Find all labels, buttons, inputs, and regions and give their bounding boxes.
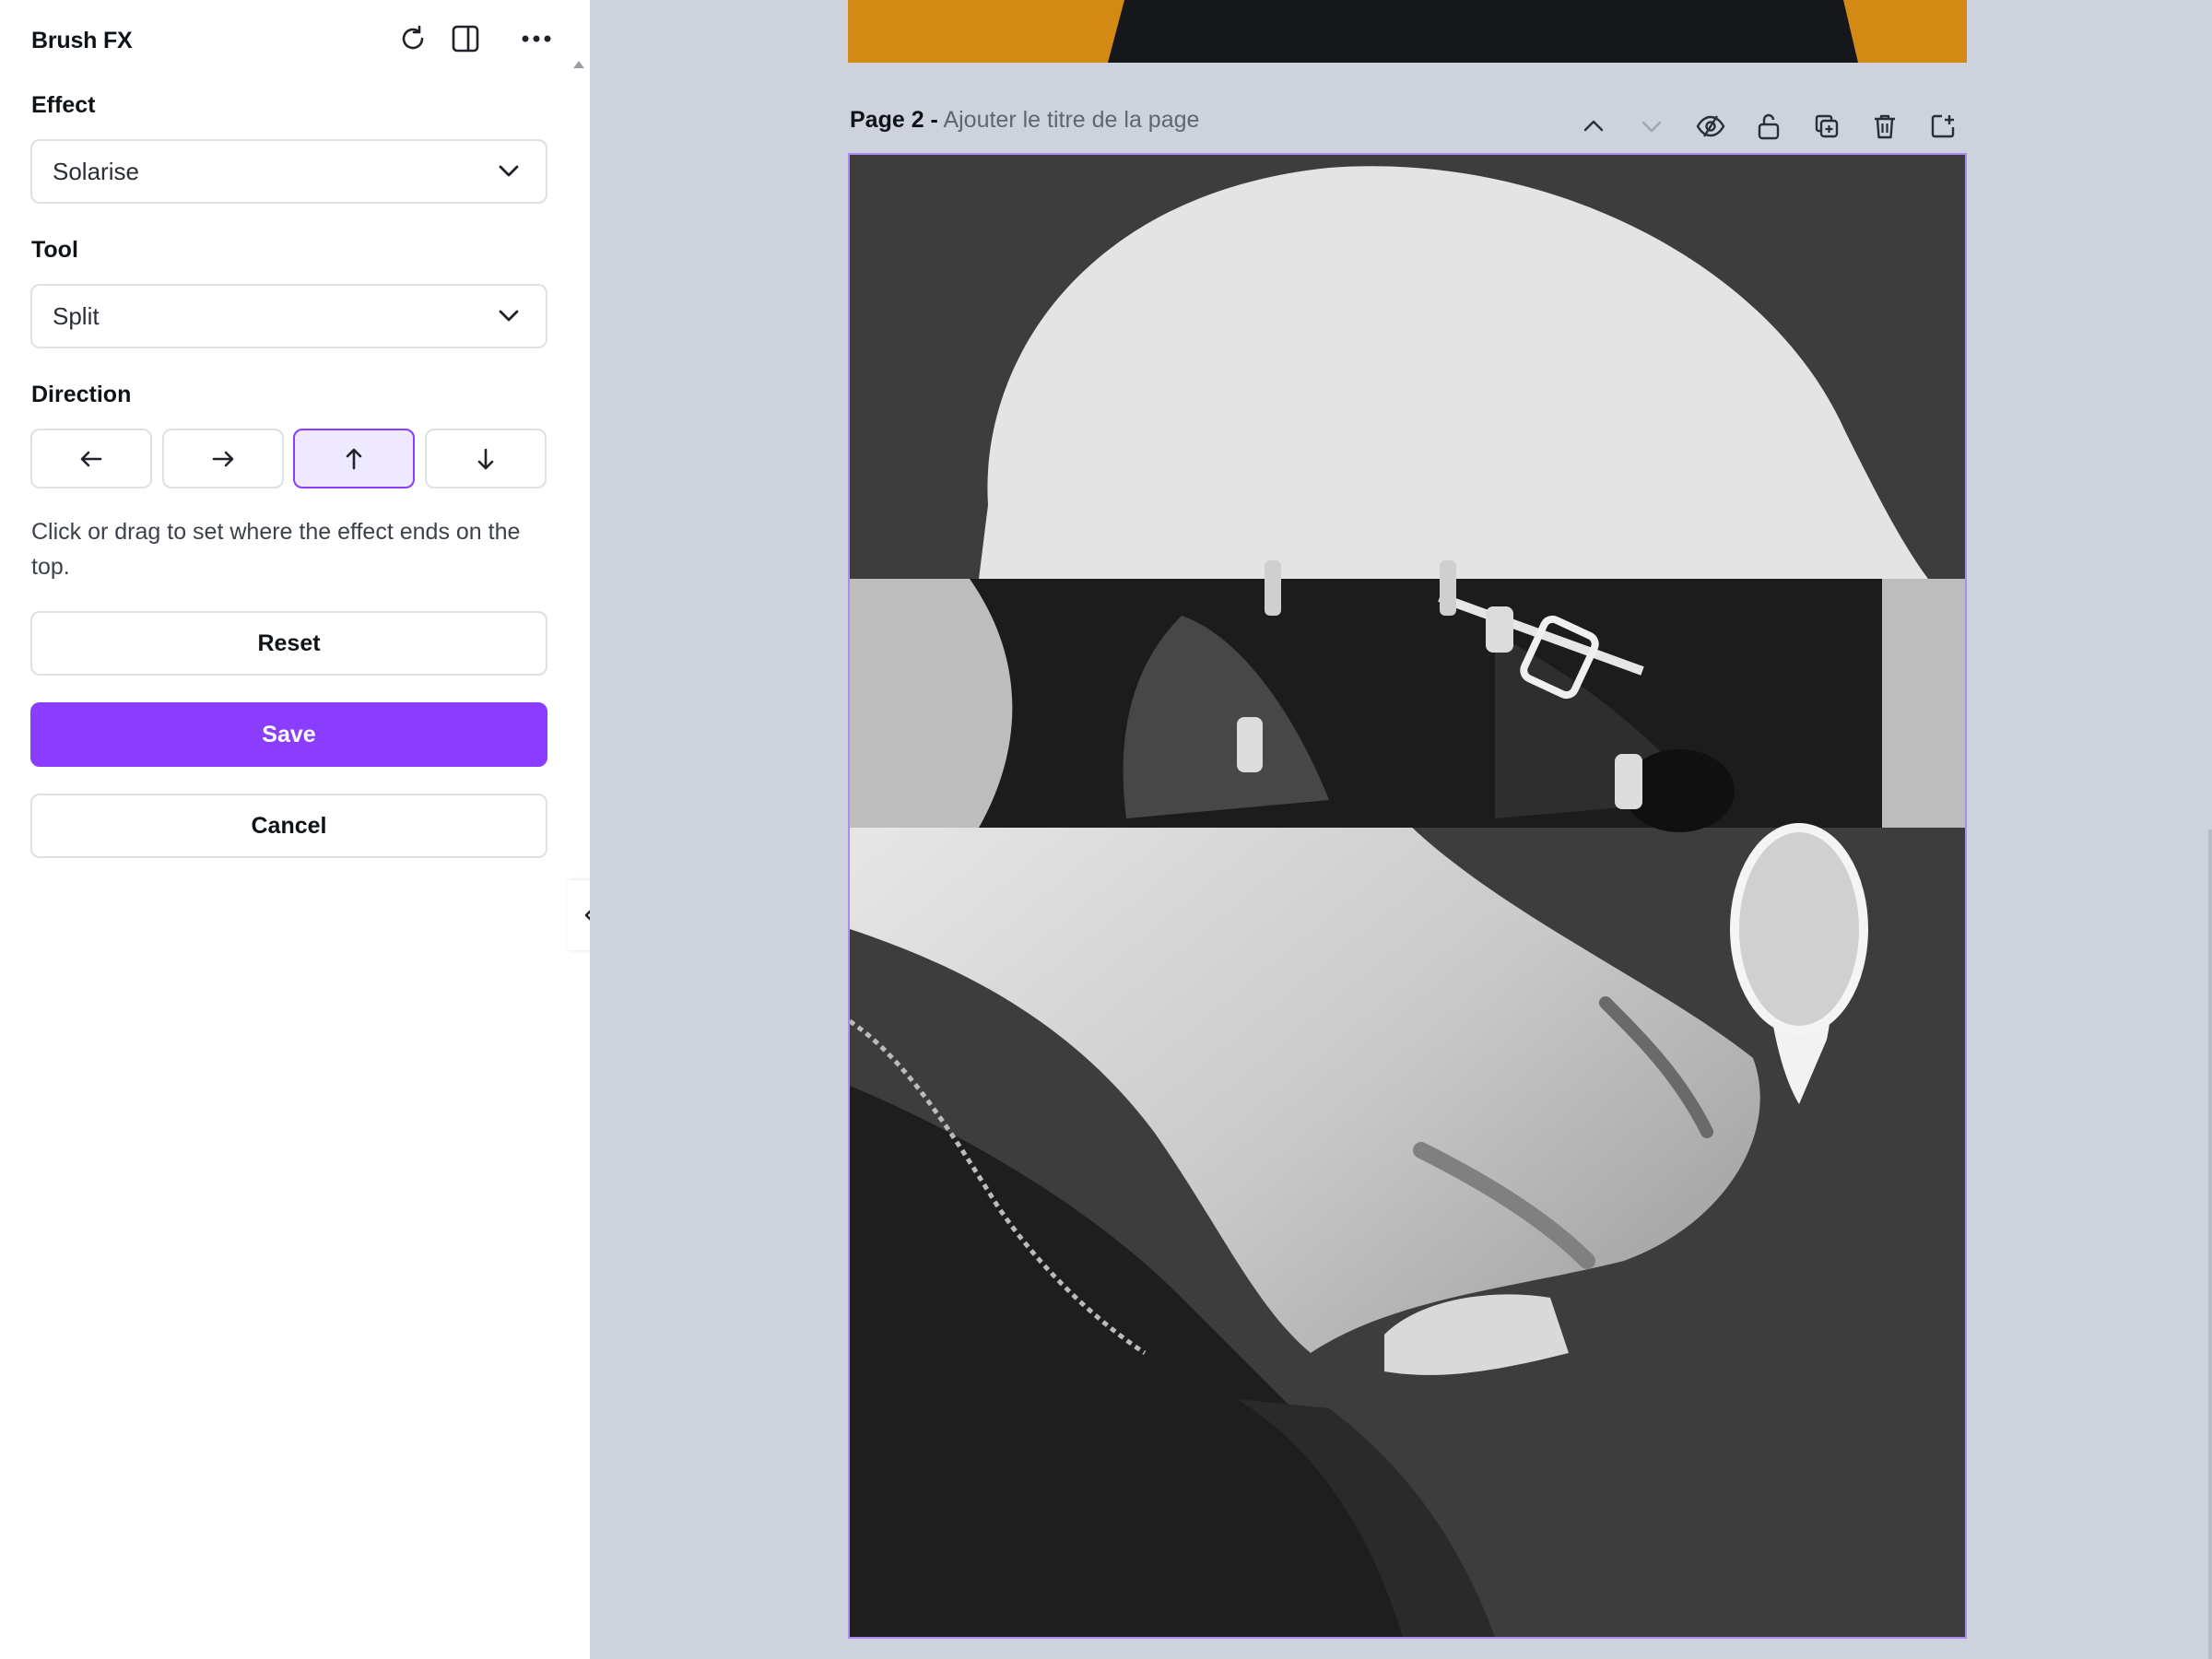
- rotate-icon[interactable]: [394, 20, 431, 57]
- right-arrow-icon: [212, 451, 234, 466]
- tool-label: Tool: [31, 237, 78, 263]
- page-1-preview[interactable]: [848, 0, 1967, 63]
- direction-right-button[interactable]: [162, 429, 284, 488]
- down-arrow-icon: [477, 448, 494, 469]
- page-title-input[interactable]: Ajouter le titre de la page: [943, 107, 1199, 133]
- effect-select-value: Solarise: [53, 157, 139, 185]
- chevron-down-icon: [499, 310, 519, 322]
- page-2-canvas[interactable]: [848, 153, 1967, 1639]
- canvas-scrollbar[interactable]: [2208, 830, 2212, 1659]
- effect-select[interactable]: Solarise: [30, 139, 547, 204]
- direction-label: Direction: [31, 382, 132, 407]
- hide-icon[interactable]: [1692, 109, 1729, 144]
- more-icon[interactable]: [518, 20, 555, 57]
- chevron-down-icon: [499, 165, 519, 177]
- chevron-down-icon[interactable]: [1633, 109, 1670, 144]
- brush-fx-panel: Brush FX Effect Solarise Tool Split Dire…: [0, 0, 610, 1659]
- split-view-icon[interactable]: [447, 20, 484, 57]
- delete-icon[interactable]: [1866, 109, 1903, 144]
- direction-down-button[interactable]: [425, 429, 547, 488]
- tool-select[interactable]: Split: [30, 284, 547, 348]
- cancel-button[interactable]: Cancel: [30, 794, 547, 858]
- effect-label: Effect: [31, 92, 96, 118]
- duplicate-icon[interactable]: [1808, 109, 1845, 144]
- direction-hint: Click or drag to set where the effect en…: [31, 519, 521, 580]
- chevron-up-icon[interactable]: [1575, 109, 1612, 144]
- panel-title: Brush FX: [31, 28, 133, 53]
- add-page-icon[interactable]: [1924, 109, 1961, 144]
- up-arrow-icon: [346, 448, 362, 469]
- scroll-up-caret[interactable]: [573, 61, 584, 68]
- tool-select-value: Split: [53, 301, 100, 330]
- reset-button[interactable]: Reset: [30, 611, 547, 676]
- page-1-artwork: [1108, 0, 1858, 63]
- lock-icon[interactable]: [1750, 109, 1787, 144]
- save-button[interactable]: Save: [30, 702, 547, 767]
- page-title-bar: Page 2 - Ajouter le titre de la page: [850, 107, 1199, 134]
- page-number-label: Page 2 -: [850, 107, 938, 133]
- direction-up-button[interactable]: [293, 429, 415, 488]
- portrait-photo: [850, 155, 1965, 1637]
- left-arrow-icon: [80, 451, 102, 466]
- direction-left-button[interactable]: [30, 429, 152, 488]
